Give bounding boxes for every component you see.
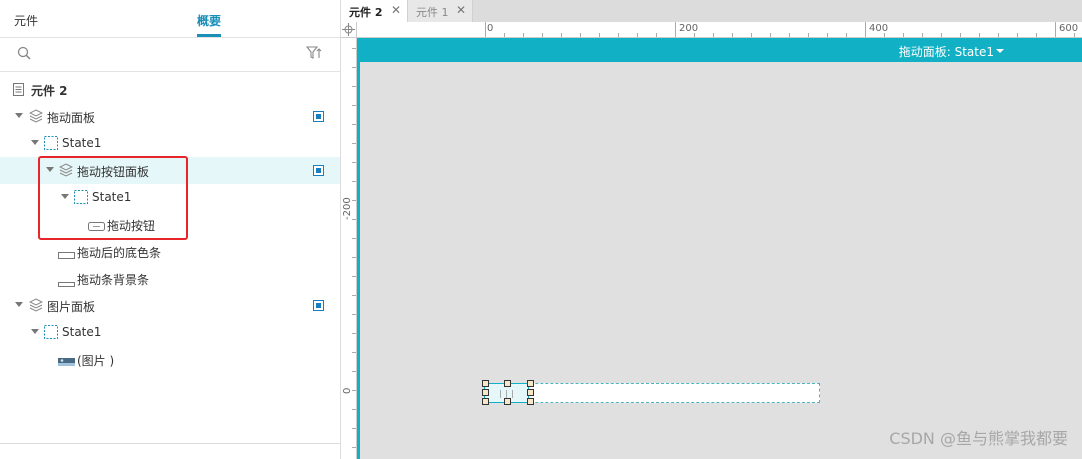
resize-handle[interactable] — [504, 398, 511, 405]
ruler-label: 200 — [679, 23, 699, 34]
state-icon — [44, 136, 58, 153]
caret-down-icon[interactable] — [996, 49, 1004, 53]
tree-item-label: State1 — [62, 136, 102, 150]
resize-handle[interactable] — [527, 398, 534, 405]
tree-item-image-panel[interactable]: 图片面板 — [0, 292, 340, 319]
tree-item-label: 拖动后的底色条 — [77, 246, 162, 260]
resize-handle[interactable] — [482, 380, 489, 387]
ruler-tick — [1055, 22, 1056, 37]
canvas[interactable]: 拖动面板: State1 CSDN @鱼与熊掌我都要 — [357, 38, 1082, 459]
grip-icon — [500, 390, 501, 398]
visibility-toggle[interactable] — [313, 165, 324, 176]
dynamic-panel-edge — [357, 38, 360, 459]
chevron-down-icon[interactable] — [31, 329, 39, 334]
horizontal-ruler: 0 200 400 600 — [357, 22, 1082, 38]
tree-item-label: 拖动按钮面板 — [77, 165, 150, 179]
tree-item-bar-background[interactable]: 拖动条背景条 — [0, 265, 340, 292]
layers-icon — [28, 298, 44, 315]
ruler-tick — [865, 22, 866, 37]
search-icon[interactable] — [17, 46, 31, 63]
tree-item-label: State1 — [92, 190, 132, 204]
dynamic-panel-header[interactable]: 拖动面板: State1 — [357, 38, 1082, 62]
tree-item-label: 拖动条背景条 — [77, 273, 150, 287]
tree-item-drag-panel[interactable]: 拖动面板 — [0, 103, 340, 130]
visibility-toggle[interactable] — [313, 111, 324, 122]
tab-outline[interactable]: 概要 — [197, 12, 222, 37]
chevron-down-icon[interactable] — [61, 194, 69, 199]
grip-icon — [512, 390, 513, 398]
tree-item-label: (图片 ) — [77, 354, 115, 368]
tree-item-drag-button-panel[interactable]: 拖动按钮面板 — [0, 157, 340, 184]
tree-item-label: State1 — [62, 325, 102, 339]
page-icon — [13, 83, 24, 99]
tree-item-label: 拖动面板 — [47, 111, 96, 125]
layers-icon — [58, 163, 74, 180]
document-tabs: 元件 2 ✕ 元件 1 ✕ — [341, 0, 1082, 22]
ruler-label: 0 — [487, 23, 494, 34]
tree-item-label: 拖动按钮 — [107, 219, 156, 233]
search-bar — [0, 38, 340, 72]
doc-tab-label: 元件 1 — [416, 6, 449, 19]
dynamic-panel-state-label[interactable]: 拖动面板: State1 — [899, 43, 994, 60]
tree-item-filled-bar[interactable]: 拖动后的底色条 — [0, 238, 340, 265]
drag-bar-background[interactable] — [485, 383, 820, 403]
ruler-tick — [675, 22, 676, 37]
rectangle-icon — [58, 276, 75, 290]
ruler-origin-icon[interactable] — [341, 22, 357, 38]
chevron-down-icon[interactable] — [15, 113, 23, 118]
state-icon — [44, 325, 58, 342]
resize-handle[interactable] — [504, 380, 511, 387]
tree-item-image[interactable]: (图片 ) — [0, 346, 340, 373]
vertical-ruler: -200 0 — [341, 38, 357, 459]
resize-handle[interactable] — [527, 389, 534, 396]
doc-tab-component-1[interactable]: 元件 1 ✕ — [407, 0, 473, 22]
image-icon — [58, 355, 75, 369]
chevron-down-icon[interactable] — [46, 167, 54, 172]
chevron-down-icon[interactable] — [15, 302, 23, 307]
resize-handle[interactable] — [482, 389, 489, 396]
grip-icon — [506, 390, 507, 398]
tree-item-page[interactable]: 元件 2 — [0, 76, 340, 103]
close-icon[interactable]: ✕ — [391, 3, 401, 17]
button-icon — [88, 220, 105, 234]
resize-handle[interactable] — [482, 398, 489, 405]
layers-icon — [28, 109, 44, 126]
tab-widgets[interactable]: 元件 — [14, 12, 38, 29]
close-icon[interactable]: ✕ — [456, 3, 466, 17]
tree-item-label: 元件 2 — [31, 84, 68, 98]
watermark: CSDN @鱼与熊掌我都要 — [889, 429, 1068, 448]
tree-item-state[interactable]: State1 — [0, 319, 340, 346]
ruler-label: 400 — [869, 23, 889, 34]
doc-tab-label: 元件 2 — [349, 6, 383, 19]
search-input[interactable] — [38, 44, 298, 66]
panel-tabs: 元件 概要 — [0, 0, 340, 38]
tree-item-drag-button[interactable]: 拖动按钮 — [0, 211, 340, 238]
doc-tab-component-2[interactable]: 元件 2 ✕ — [341, 0, 407, 22]
resize-handle[interactable] — [527, 380, 534, 387]
filter-icon[interactable] — [305, 46, 322, 63]
tree-item-state[interactable]: State1 — [0, 130, 340, 157]
chevron-down-icon[interactable] — [31, 140, 39, 145]
state-icon — [74, 190, 88, 207]
divider — [0, 443, 340, 444]
ruler-tick — [485, 22, 486, 37]
design-area: 元件 2 ✕ 元件 1 ✕ 0 200 400 600 -200 0 拖动面板:… — [341, 0, 1082, 459]
tree-item-label: 图片面板 — [47, 300, 96, 314]
ruler-label: 600 — [1059, 23, 1079, 34]
rectangle-icon — [58, 248, 75, 262]
visibility-toggle[interactable] — [313, 300, 324, 311]
tree-item-state[interactable]: State1 — [0, 184, 340, 211]
outline-panel: 元件 概要 元件 2 拖动面板 State1 拖动按钮面板 State1 拖动按… — [0, 0, 341, 459]
